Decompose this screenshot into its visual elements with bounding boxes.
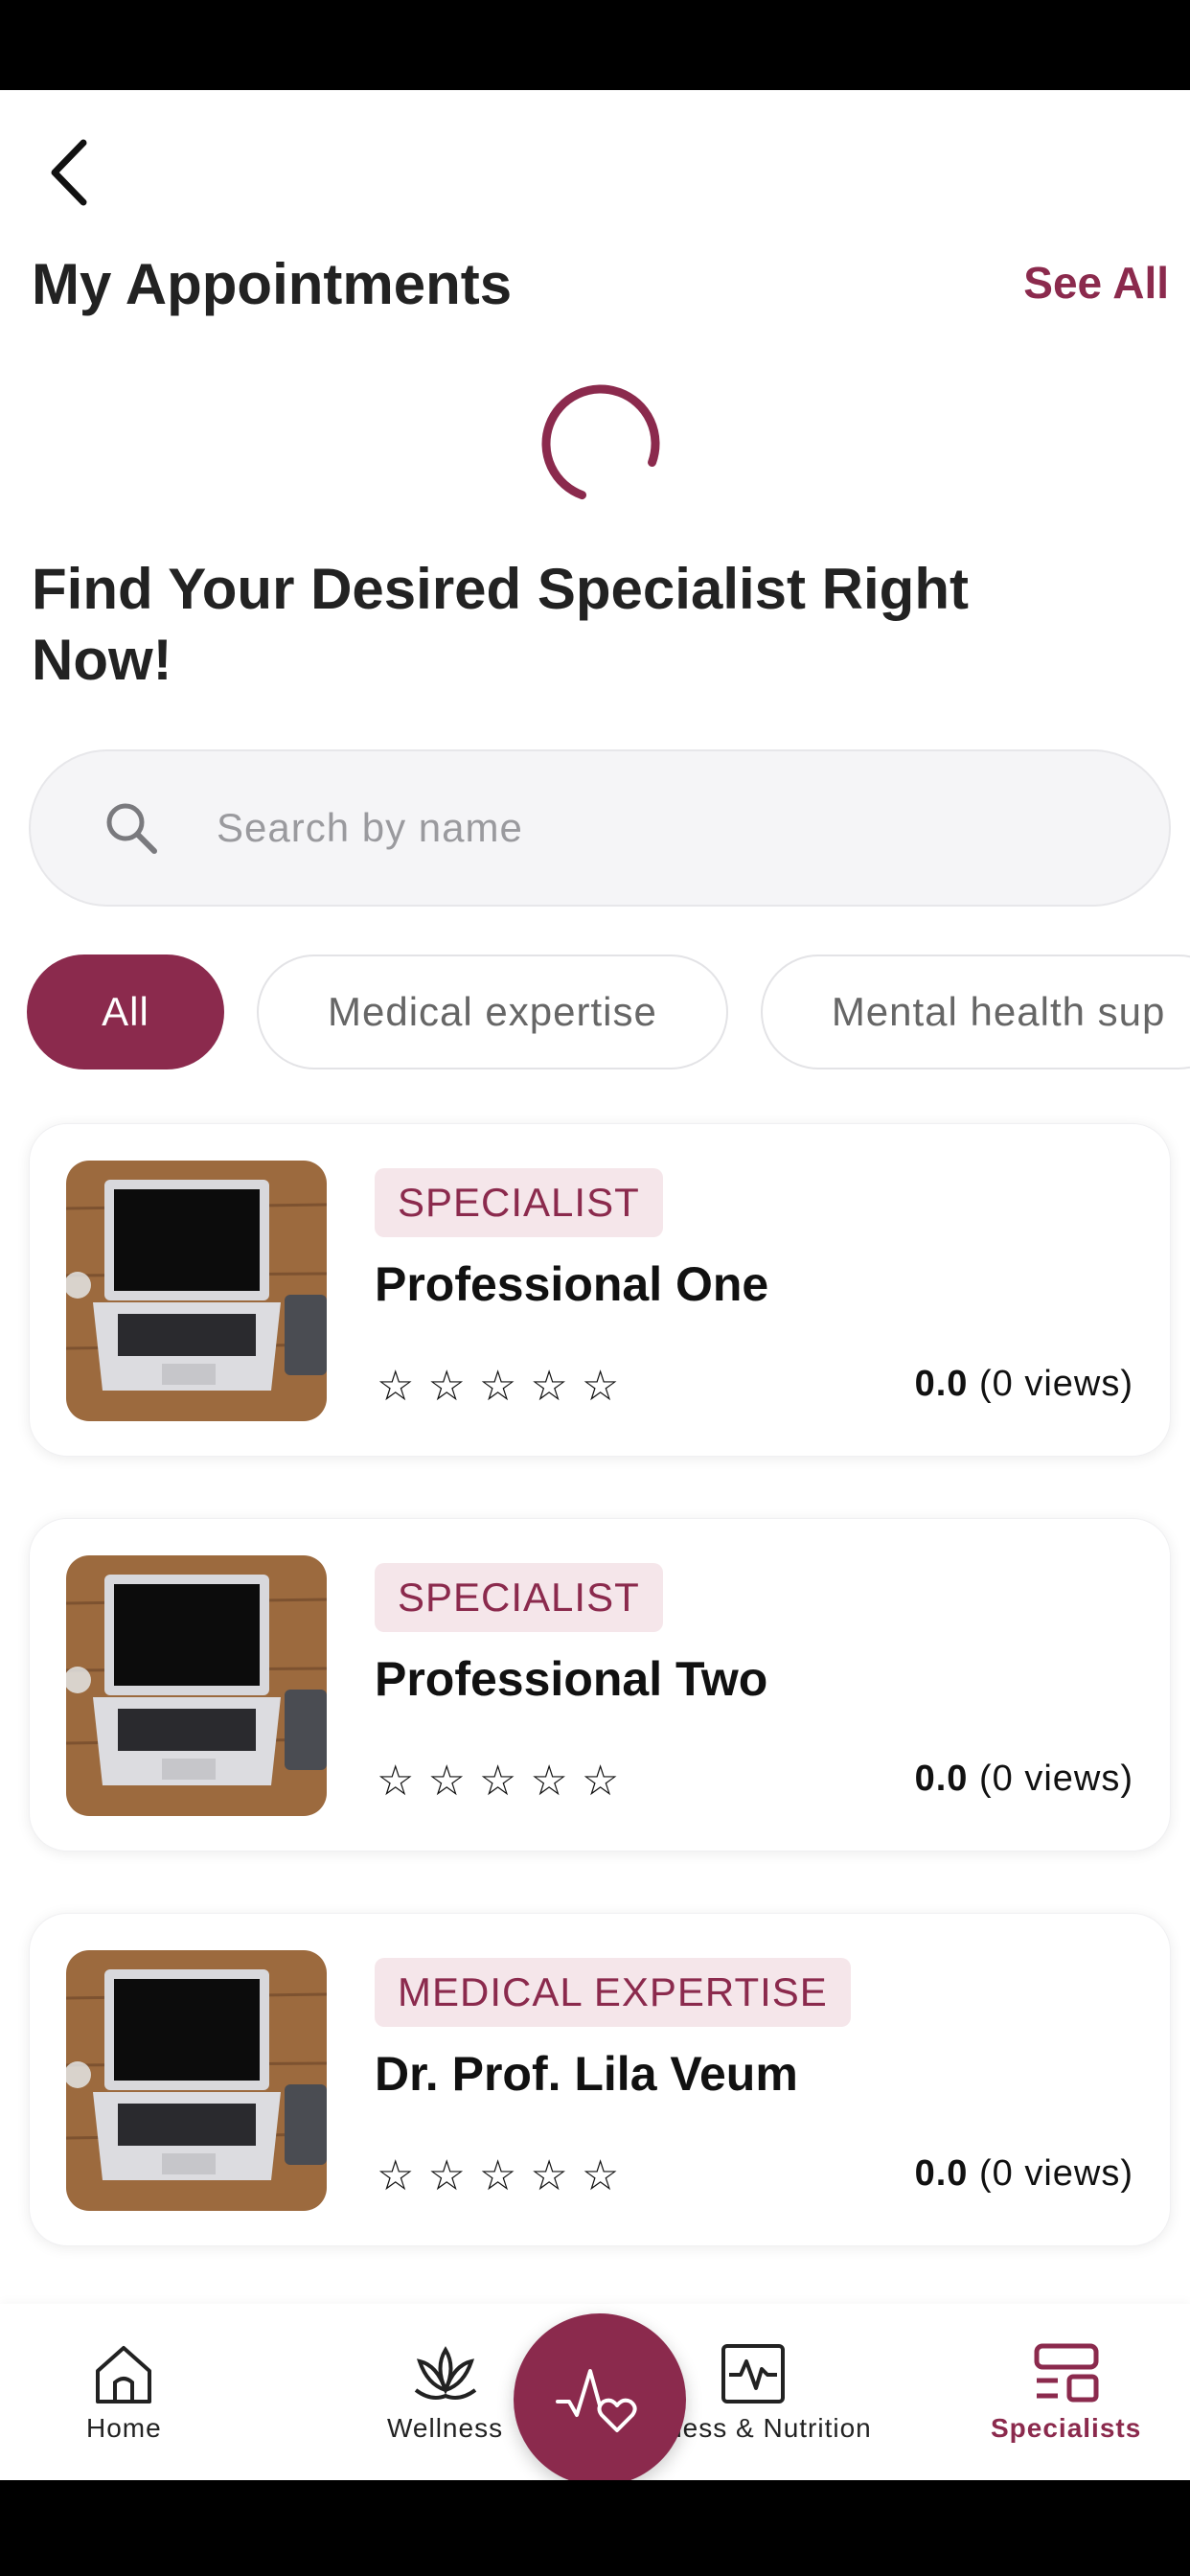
see-all-link[interactable]: See All	[1023, 257, 1169, 309]
star-outline-icon: ☆	[478, 1363, 517, 1410]
filter-chips: All Medical expertise Mental health sup	[27, 954, 1190, 1073]
home-icon	[96, 2346, 152, 2404]
star-rating: ☆ ☆ ☆ ☆ ☆	[377, 1760, 619, 1803]
star-outline-icon: ☆	[581, 2152, 620, 2199]
star-outline-icon: ☆	[377, 1363, 415, 1410]
back-button[interactable]	[38, 134, 100, 211]
filter-chip-mental-health[interactable]: Mental health sup	[760, 954, 1190, 1070]
rating-value: 0.0	[914, 2153, 969, 2194]
star-outline-icon: ☆	[478, 1758, 517, 1805]
finder-headline: Find Your Desired Specialist Right Now!	[32, 557, 969, 692]
lotus-icon	[414, 2346, 476, 2400]
search-input[interactable]	[217, 805, 1079, 851]
rating-views: (0 views)	[978, 1759, 1133, 1799]
filter-chip-all[interactable]: All	[27, 954, 224, 1070]
star-outline-icon: ☆	[377, 1758, 415, 1805]
specialist-card[interactable]: MEDICAL EXPERTISE Dr. Prof. Lila Veum ☆ …	[29, 1913, 1171, 2246]
specialist-name: Professional One	[375, 1257, 769, 1311]
specialist-name: Professional Two	[375, 1652, 768, 1706]
rating-views: (0 views)	[978, 2153, 1133, 2194]
search-bar[interactable]	[29, 749, 1171, 907]
star-outline-icon: ☆	[427, 1758, 466, 1805]
specialist-photo	[66, 1555, 327, 1816]
specialist-photo	[66, 1161, 327, 1421]
loading-spinner	[541, 384, 660, 500]
rating-views: (0 views)	[978, 1364, 1133, 1404]
rating-value: 0.0	[914, 1364, 969, 1404]
rating-summary: 0.0 (0 views)	[915, 1364, 1133, 1405]
star-outline-icon: ☆	[377, 2152, 415, 2199]
star-outline-icon: ☆	[530, 1758, 568, 1805]
star-outline-icon: ☆	[581, 1363, 620, 1410]
star-rating: ☆ ☆ ☆ ☆ ☆	[377, 1366, 619, 1408]
star-outline-icon: ☆	[581, 1758, 620, 1805]
specialist-category-badge: SPECIALIST	[375, 1168, 663, 1237]
specialist-card[interactable]: SPECIALIST Professional One ☆ ☆ ☆ ☆ ☆ 0.…	[29, 1123, 1171, 1457]
specialist-category-badge: MEDICAL EXPERTISE	[375, 1958, 851, 2027]
star-outline-icon: ☆	[530, 2152, 568, 2199]
specialist-card[interactable]: SPECIALIST Professional Two ☆ ☆ ☆ ☆ ☆ 0.…	[29, 1518, 1171, 1852]
screen: My Appointments See All Find Your Desire…	[0, 90, 1190, 2480]
heart-pulse-icon	[556, 2369, 637, 2432]
filter-chip-medical-expertise[interactable]: Medical expertise	[257, 954, 728, 1070]
chevron-left-icon	[51, 139, 87, 206]
search-icon	[98, 794, 165, 862]
appointments-title: My Appointments	[32, 252, 513, 316]
star-rating: ☆ ☆ ☆ ☆ ☆	[377, 2155, 619, 2197]
rating-value: 0.0	[914, 1759, 969, 1799]
specialist-name: Dr. Prof. Lila Veum	[375, 2047, 798, 2101]
specialist-photo	[66, 1950, 327, 2211]
nav-item-wellness[interactable]: Wellness	[387, 2340, 503, 2444]
pulse-icon	[721, 2344, 785, 2404]
rating-summary: 0.0 (0 views)	[915, 1759, 1133, 1800]
health-fab-button[interactable]	[514, 2313, 686, 2480]
star-outline-icon: ☆	[478, 2152, 517, 2199]
nav-label: Wellness	[387, 2413, 504, 2443]
nav-label: Home	[86, 2413, 162, 2443]
star-outline-icon: ☆	[427, 1363, 466, 1410]
nav-item-home[interactable]: Home	[86, 2340, 162, 2444]
star-outline-icon: ☆	[427, 2152, 466, 2199]
rating-summary: 0.0 (0 views)	[915, 2153, 1133, 2195]
star-outline-icon: ☆	[530, 1363, 568, 1410]
specialist-category-badge: SPECIALIST	[375, 1563, 663, 1632]
specialists-icon	[1034, 2343, 1099, 2403]
nav-item-specialists[interactable]: Specialists	[991, 2340, 1141, 2444]
nav-label: Specialists	[991, 2413, 1142, 2443]
